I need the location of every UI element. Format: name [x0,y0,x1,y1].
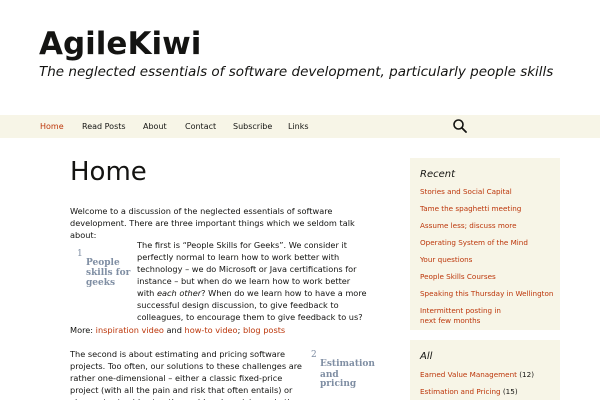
more-links-line: More: inspiration video and how-to video… [70,324,370,336]
categories-list: Earned Value Management (12) Estimation … [420,370,556,397]
category-link[interactable]: Earned Value Management [420,370,517,379]
inset-number-1: 1 [77,249,83,259]
inset-label-line: Estimation [320,359,375,369]
category-item: Estimation and Pricing (15) [420,387,556,397]
recent-post-link[interactable]: Intermittent posting in next few months [420,306,515,326]
nav-read-posts[interactable]: Read Posts [82,121,126,132]
recent-post-link[interactable]: Operating System of the Mind [420,238,556,248]
nav-subscribe[interactable]: Subscribe [233,121,272,132]
search-icon[interactable] [452,118,468,134]
site-title[interactable]: AgileKiwi [39,26,201,62]
recent-posts-list: Stories and Social Capital Tame the spag… [420,187,556,326]
recent-post-link[interactable]: Tame the spaghetti meeting [420,204,556,214]
nav-about[interactable]: About [143,121,167,132]
estimation-paragraph: The second is about estimating and prici… [70,349,302,400]
emphasis-text: each other [156,288,202,298]
all-widget-title: All [420,351,433,362]
category-item: Earned Value Management (12) [420,370,556,380]
inspiration-video-link[interactable]: inspiration video [96,325,164,335]
inset-label-line: pricing [320,379,357,389]
category-count: (12) [516,370,535,379]
people-skills-paragraph: The first is “People Skills for Geeks”. … [137,239,369,323]
recent-posts-widget: Recent Stories and Social Capital Tame t… [410,158,560,330]
recent-post-link[interactable]: People Skills Courses [420,272,556,282]
connector-text: and [163,325,185,335]
recent-post-link[interactable]: Speaking this Thursday in Wellington [420,289,556,299]
blog-posts-link[interactable]: blog posts [243,325,285,335]
site-tagline: The neglected essentials of software dev… [39,64,554,80]
inset-label-line: geeks [86,278,116,288]
nav-links[interactable]: Links [288,121,309,132]
recent-post-link[interactable]: Stories and Social Capital [420,187,556,197]
site-header: AgileKiwi The neglected essentials of so… [0,0,600,115]
page-title: Home [70,157,147,187]
category-link[interactable]: Estimation and Pricing [420,387,501,396]
nav-home[interactable]: Home [40,121,64,132]
main-navigation: Home Read Posts About Contact Subscribe … [0,115,600,138]
recent-post-link[interactable]: Your questions [420,255,556,265]
all-categories-widget: All Earned Value Management (12) Estimat… [410,340,560,400]
recent-widget-title: Recent [420,169,456,180]
more-label: More: [70,325,96,335]
recent-post-link[interactable]: Assume less; discuss more [420,221,556,231]
inset-number-2: 2 [311,350,317,360]
how-to-video-link[interactable]: how-to video [185,325,238,335]
intro-paragraph: Welcome to a discussion of the neglected… [70,206,355,240]
nav-contact[interactable]: Contact [185,121,216,132]
category-count: (15) [500,387,518,396]
